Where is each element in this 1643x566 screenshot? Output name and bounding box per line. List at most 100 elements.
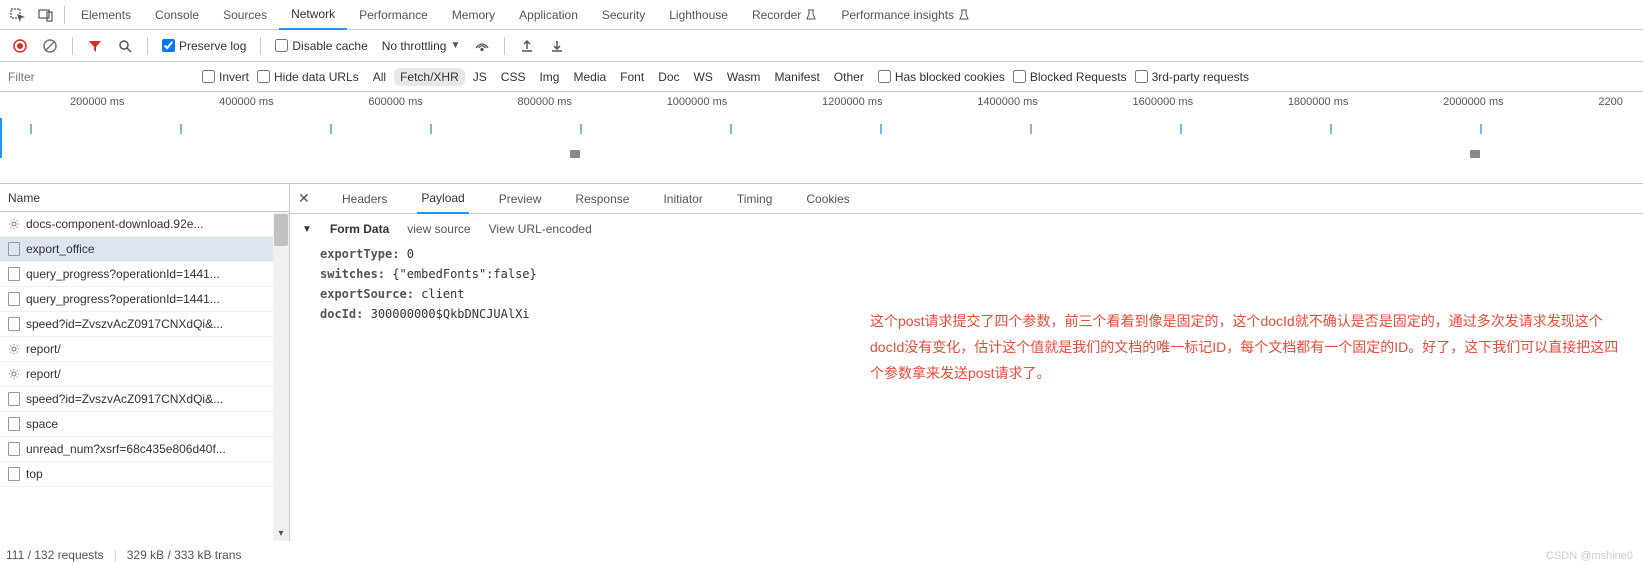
filter-type-img[interactable]: Img	[533, 68, 565, 86]
request-name: unread_num?xsrf=68c435e806d40f...	[26, 442, 226, 456]
request-name: report/	[26, 367, 61, 381]
has-blocked-cookies-checkbox[interactable]: Has blocked cookies	[878, 70, 1005, 84]
third-party-checkbox[interactable]: 3rd-party requests	[1135, 70, 1249, 84]
preserve-log-checkbox[interactable]: Preserve log	[158, 39, 250, 53]
filter-type-media[interactable]: Media	[567, 68, 612, 86]
name-column-header[interactable]: Name	[0, 184, 289, 212]
timeline-data-marker	[330, 124, 332, 134]
timeline-tick: 1800000 ms	[1288, 96, 1349, 108]
detail-tab-timing[interactable]: Timing	[733, 184, 777, 214]
detail-tab-headers[interactable]: Headers	[338, 184, 391, 214]
throttling-select[interactable]: No throttling ▼	[378, 39, 465, 53]
filter-input[interactable]	[4, 66, 194, 88]
tab-performance-insights[interactable]: Performance insights	[829, 0, 982, 30]
file-icon	[8, 317, 20, 331]
device-toggle-icon[interactable]	[32, 1, 60, 29]
tab-security[interactable]: Security	[590, 0, 657, 30]
request-row[interactable]: speed?id=ZvszvAcZ0917CNXdQi&...	[0, 312, 289, 337]
filter-type-all[interactable]: All	[367, 68, 392, 86]
file-icon	[8, 267, 20, 281]
request-row[interactable]: unread_num?xsrf=68c435e806d40f...	[0, 437, 289, 462]
timeline-data-marker	[880, 124, 882, 134]
divider	[504, 37, 505, 55]
tab-sources[interactable]: Sources	[211, 0, 279, 30]
detail-tab-cookies[interactable]: Cookies	[802, 184, 853, 214]
devtools-tabs-bar: ElementsConsoleSourcesNetworkPerformance…	[0, 0, 1643, 30]
request-row[interactable]: space	[0, 412, 289, 437]
tab-memory[interactable]: Memory	[440, 0, 507, 30]
blocked-requests-checkbox[interactable]: Blocked Requests	[1013, 70, 1127, 84]
export-har-icon[interactable]	[545, 34, 569, 58]
request-row[interactable]: report/	[0, 337, 289, 362]
request-row[interactable]: query_progress?operationId=1441...	[0, 287, 289, 312]
form-data-section-header[interactable]: ▼ Form Data view source View URL-encoded	[302, 222, 1631, 236]
clear-button[interactable]	[38, 34, 62, 58]
detail-tab-payload[interactable]: Payload	[417, 184, 468, 214]
tab-elements[interactable]: Elements	[69, 0, 143, 30]
filter-type-font[interactable]: Font	[614, 68, 650, 86]
gear-icon	[8, 368, 20, 380]
filter-type-js[interactable]: JS	[467, 68, 493, 86]
request-row[interactable]: top	[0, 462, 289, 487]
filter-type-doc[interactable]: Doc	[652, 68, 685, 86]
tab-performance[interactable]: Performance	[347, 0, 440, 30]
detail-tab-response[interactable]: Response	[571, 184, 633, 214]
request-row[interactable]: query_progress?operationId=1441...	[0, 262, 289, 287]
disable-cache-checkbox[interactable]: Disable cache	[271, 39, 371, 53]
tab-console[interactable]: Console	[143, 0, 211, 30]
tab-network[interactable]: Network	[279, 0, 347, 30]
timeline[interactable]: 200000 ms400000 ms600000 ms800000 ms1000…	[0, 92, 1643, 184]
tab-recorder[interactable]: Recorder	[740, 0, 829, 30]
hide-data-urls-checkbox[interactable]: Hide data URLs	[257, 70, 359, 84]
filter-type-other[interactable]: Other	[828, 68, 870, 86]
request-name: report/	[26, 342, 61, 356]
detail-tab-preview[interactable]: Preview	[495, 184, 546, 214]
timeline-slider-handle[interactable]	[1470, 150, 1480, 158]
filter-row: Invert Hide data URLs AllFetch/XHRJSCSSI…	[0, 62, 1643, 92]
form-data-title: Form Data	[330, 222, 389, 236]
throttling-label: No throttling	[382, 39, 447, 53]
timeline-slider-handle[interactable]	[570, 150, 580, 158]
request-row[interactable]: docs-component-download.92e...	[0, 212, 289, 237]
filter-toggle-icon[interactable]	[83, 34, 107, 58]
invert-checkbox[interactable]: Invert	[202, 70, 249, 84]
scrollbar-down-arrow[interactable]: ▾	[273, 525, 289, 541]
import-har-icon[interactable]	[515, 34, 539, 58]
timeline-tick: 2000000 ms	[1443, 96, 1504, 108]
tab-lighthouse[interactable]: Lighthouse	[657, 0, 740, 30]
form-data-key: exportType:	[320, 247, 399, 261]
filter-type-css[interactable]: CSS	[495, 68, 532, 86]
file-icon	[8, 417, 20, 431]
scrollbar-thumb[interactable]	[274, 214, 288, 246]
filter-type-wasm[interactable]: Wasm	[721, 68, 767, 86]
record-button[interactable]	[8, 34, 32, 58]
timeline-data-marker	[1480, 124, 1482, 134]
timeline-data-marker	[1180, 124, 1182, 134]
close-detail-button[interactable]: ✕	[298, 190, 318, 207]
form-data-value: client	[421, 287, 464, 301]
filter-type-fetch-xhr[interactable]: Fetch/XHR	[394, 68, 465, 86]
view-source-link[interactable]: view source	[407, 222, 470, 236]
flask-icon	[805, 9, 817, 21]
filter-type-ws[interactable]: WS	[688, 68, 719, 86]
scrollbar[interactable]: ▾	[273, 212, 289, 541]
request-name: top	[26, 467, 43, 481]
request-row[interactable]: report/	[0, 362, 289, 387]
detail-tab-initiator[interactable]: Initiator	[659, 184, 706, 214]
timeline-data-marker	[180, 124, 182, 134]
search-icon[interactable]	[113, 34, 137, 58]
inspect-icon[interactable]	[4, 1, 32, 29]
file-icon	[8, 292, 20, 306]
request-row[interactable]: speed?id=ZvszvAcZ0917CNXdQi&...	[0, 387, 289, 412]
form-data-key: switches:	[320, 267, 385, 281]
gear-icon	[8, 218, 20, 230]
tab-application[interactable]: Application	[507, 0, 590, 30]
network-conditions-icon[interactable]	[470, 34, 494, 58]
view-url-encoded-link[interactable]: View URL-encoded	[489, 222, 592, 236]
filter-type-manifest[interactable]: Manifest	[768, 68, 825, 86]
network-toolbar: Preserve log Disable cache No throttling…	[0, 30, 1643, 62]
request-row[interactable]: export_office	[0, 237, 289, 262]
watermark: CSDN @mshine0	[1546, 550, 1633, 562]
request-list[interactable]: docs-component-download.92e...export_off…	[0, 212, 289, 541]
disable-cache-label: Disable cache	[292, 39, 367, 53]
